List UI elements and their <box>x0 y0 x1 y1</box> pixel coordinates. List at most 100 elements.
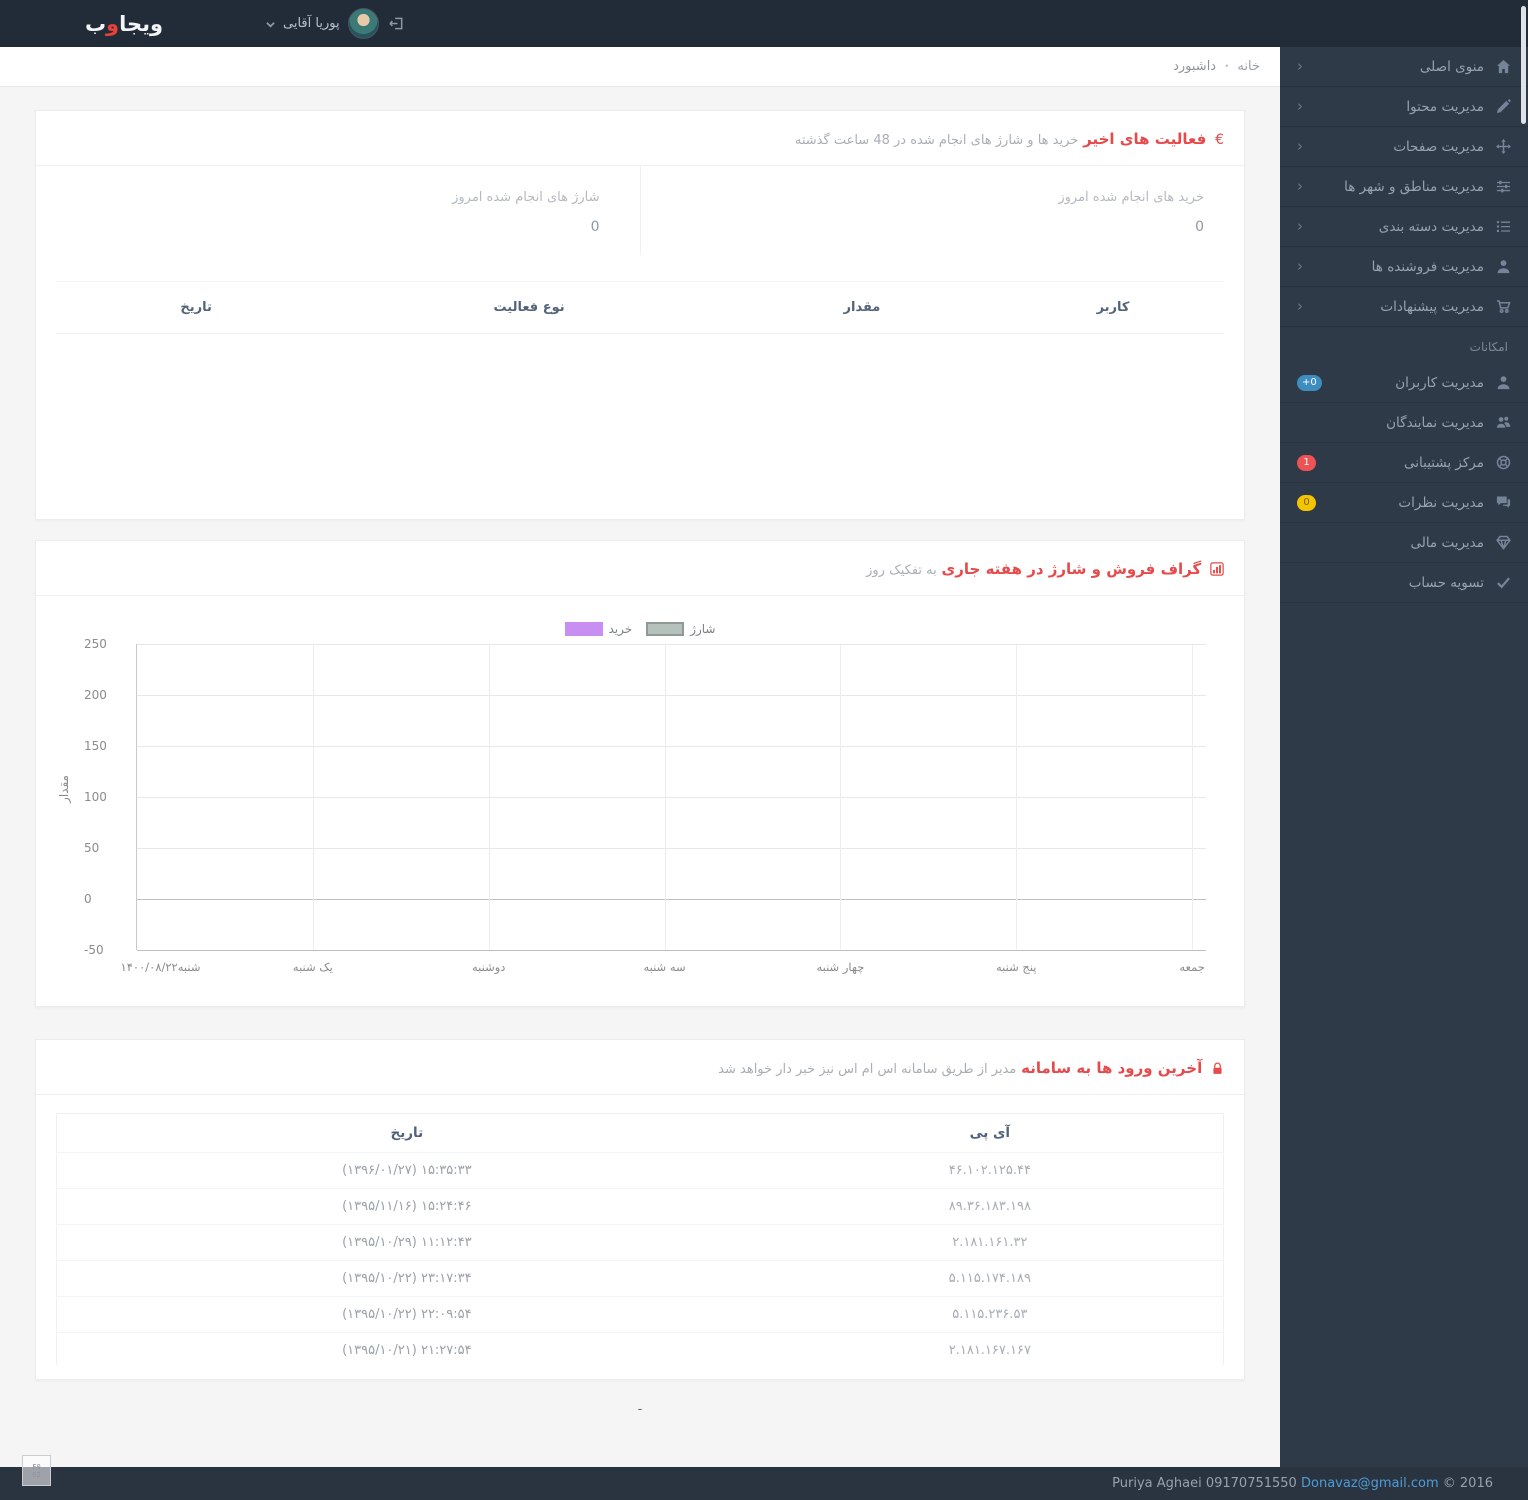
login-row: ۵.۱۱۵.۲۳۶.۵۳ (۱۳۹۵/۱۰/۲۲) ۲۲:۰۹:۵۴ <box>56 1295 1224 1332</box>
x-tick: دوشنبه <box>471 959 506 974</box>
app-logo[interactable]: ویجاوب <box>85 12 163 36</box>
breadcrumb-separator: • <box>1224 61 1230 72</box>
login-row: ۴۶.۱۰۲.۱۲۵.۴۴ (۱۳۹۶/۰۱/۲۷) ۱۵:۳۵:۳۳ <box>56 1151 1224 1188</box>
y-tick: 50 <box>84 840 100 855</box>
users-count-badge: +0 <box>1297 374 1322 391</box>
chart-subtitle: به تفکیک روز <box>866 562 937 578</box>
chevron-left-icon: ‹ <box>1297 177 1303 195</box>
recent-activities-subtitle: خرید ها و شارژ های انجام شده در 48 ساعت … <box>794 133 1079 148</box>
chart-legend: شارژ خرید <box>36 621 1244 636</box>
x-tick: پنج شنبه <box>996 959 1037 974</box>
last-logins-title: آخرین ورود ها به سامانه <box>1021 1058 1203 1077</box>
breadcrumb-home[interactable]: خانه <box>1237 59 1260 74</box>
sidebar-item-offers-management[interactable]: مدیریت پیشنهادات ‹ <box>1280 287 1528 327</box>
dash-note: - <box>637 1401 643 1417</box>
breadcrumb-current: داشبورد <box>1173 59 1217 74</box>
sellers-user-icon <box>1495 259 1511 274</box>
avatar <box>347 8 379 39</box>
bar-chart-icon <box>1210 561 1224 578</box>
sidebar-item-categories-management[interactable]: مدیریت دسته بندی ‹ <box>1280 207 1528 247</box>
today-charges-stat: شارژ های انجام شده امروز 0 <box>36 166 641 255</box>
user-name: پوریا آقایی <box>283 16 340 31</box>
login-row: ۵.۱۱۵.۱۷۴.۱۸۹ (۱۳۹۵/۱۰/۲۲) ۲۳:۱۷:۳۴ <box>56 1259 1224 1296</box>
y-tick: -50 <box>84 942 104 957</box>
legend-item-charge: شارژ <box>646 621 716 636</box>
y-tick: 0 <box>84 891 92 906</box>
chevron-left-icon: ‹ <box>1297 257 1303 275</box>
activities-table: کاربر مقدار نوع فعالیت تاریخ <box>56 281 1224 519</box>
chart-header: گراف فروش و شارژ در هفته جاری به تفکیک ر… <box>36 541 1244 596</box>
column-header-activity-type: نوع فعالیت <box>336 281 722 334</box>
recent-activities-panel: € فعالیت های اخیر خرید ها و شارژ های انج… <box>35 110 1245 520</box>
user-icon <box>1495 375 1511 390</box>
scroll-top-glyph-box[interactable]: F0 62 <box>22 1455 51 1486</box>
legend-swatch-charge <box>646 621 685 636</box>
user-menu[interactable]: پوریا آقایی <box>266 8 379 39</box>
x-tick: چهار شنبه <box>816 959 865 974</box>
login-row: ۸۹.۳۶.۱۸۳.۱۹۸ (۱۳۹۵/۱۱/۱۶) ۱۵:۲۴:۴۶ <box>56 1187 1224 1224</box>
logout-button[interactable] <box>388 16 404 31</box>
comments-count-badge: 0 <box>1297 494 1316 511</box>
x-tick: یک شنبه <box>292 959 333 974</box>
sidebar-item-support-center[interactable]: مرکز پشتیبانی 1 <box>1280 443 1528 483</box>
chart-plot-area: شنبه۱۴۰۰/۰۸/۲۲ یک شنبه دوشنبه سه شنبه چه… <box>121 643 1206 974</box>
sidebar-item-main-menu[interactable]: منوی اصلی ‹ <box>1280 47 1528 87</box>
diamond-icon <box>1495 535 1511 550</box>
recent-activities-header: € فعالیت های اخیر خرید ها و شارژ های انج… <box>36 111 1244 166</box>
weekly-chart: مقدار 250 200 150 100 50 0 -50 شنبه۱۴۰۰/… <box>56 637 1224 990</box>
chevron-left-icon: ‹ <box>1297 217 1303 235</box>
topbar: پوریا آقایی ویجاوب <box>0 0 1528 47</box>
sidebar-item-agents-management[interactable]: مدیریت نمایندگان <box>1280 403 1528 443</box>
lock-icon <box>1211 1061 1224 1077</box>
last-logins-panel: آخرین ورود ها به سامانه مدیر از طریق سام… <box>35 1038 1245 1380</box>
sidebar-item-comments-management[interactable]: مدیریت نظرات 0 <box>1280 483 1528 523</box>
legend-label-purchase: خرید <box>608 621 633 636</box>
zero-gridline <box>137 898 1206 900</box>
group-icon <box>1495 415 1511 430</box>
footer-text: Puriya Aghaei 09170751550 Donavaz@gmail.… <box>1112 1476 1493 1491</box>
sidebar-item-pages-management[interactable]: مدیریت صفحات ‹ <box>1280 127 1528 167</box>
footer: Puriya Aghaei 09170751550 Donavaz@gmail.… <box>0 1467 1528 1500</box>
check-icon <box>1495 575 1511 590</box>
breadcrumb: خانه • داشبورد <box>0 47 1280 87</box>
euro-icon: € <box>1215 132 1224 148</box>
footer-email-link[interactable]: Donavaz@gmail.com <box>1301 1476 1439 1491</box>
page-scrollbar[interactable] <box>1521 6 1526 124</box>
support-count-badge: 1 <box>1297 454 1316 471</box>
chevron-left-icon: ‹ <box>1297 297 1303 315</box>
sidebar-item-users-management[interactable]: مدیریت کاربران +0 <box>1280 363 1528 403</box>
logins-scroll-container[interactable]: آی پی تاریخ ۴۶.۱۰۲.۱۲۵.۴۴ (۱۳۹۶/۰۱/۲۷) ۱… <box>56 1112 1224 1365</box>
y-tick: 250 <box>84 636 107 651</box>
logins-table: آی پی تاریخ ۴۶.۱۰۲.۱۲۵.۴۴ (۱۳۹۶/۰۱/۲۷) ۱… <box>56 1112 1224 1365</box>
today-stats: خرید های انجام شده امروز 0 شارژ های انجا… <box>36 166 1244 255</box>
chevron-down-icon <box>266 22 275 28</box>
chart-title: گراف فروش و شارژ در هفته جاری <box>941 559 1202 578</box>
regions-sliders-icon <box>1495 179 1511 194</box>
login-row: ۲.۱۸۱.۱۶۷.۱۶۷ (۱۳۹۵/۱۰/۲۱) ۲۱:۲۷:۵۴ <box>56 1331 1224 1365</box>
sign-out-icon <box>388 17 402 30</box>
sidebar-item-sellers-management[interactable]: مدیریت فروشنده ها ‹ <box>1280 247 1528 287</box>
last-logins-subtitle: مدیر از طریق سامانه اس ام اس نیز خبر دار… <box>718 1061 1017 1077</box>
login-row: ۲.۱۸۱.۱۶۱.۳۲ (۱۳۹۵/۱۰/۲۹) ۱۱:۱۲:۴۳ <box>56 1223 1224 1260</box>
offers-cart-icon <box>1495 299 1511 314</box>
column-header-date: تاریخ <box>56 281 337 334</box>
sidebar-item-finance-management[interactable]: مدیریت مالی <box>1280 523 1528 563</box>
brand-zone: ویجاوب <box>0 0 248 47</box>
today-purchases-stat: خرید های انجام شده امروز 0 <box>1058 190 1204 235</box>
x-tick: سه شنبه <box>643 959 686 974</box>
sidebar-item-regions-management[interactable]: مدیریت مناطق و شهر ها ‹ <box>1280 167 1528 207</box>
x-tick: شنبه۱۴۰۰/۰۸/۲۲ <box>120 959 201 974</box>
legend-item-purchase: خرید <box>564 621 633 636</box>
legend-swatch-purchase <box>564 621 603 636</box>
chevron-left-icon: ‹ <box>1297 57 1303 75</box>
x-tick: جمعه <box>1179 959 1205 974</box>
sidebar: منوی اصلی ‹ مدیریت محتوا ‹ مدیریت صفحات … <box>1280 47 1528 1467</box>
sidebar-item-content-management[interactable]: مدیریت محتوا ‹ <box>1280 87 1528 127</box>
y-tick: 200 <box>84 687 107 702</box>
main-content: خانه • داشبورد € فعالیت های اخیر خرید ها… <box>0 47 1280 1467</box>
categories-list-icon <box>1495 219 1511 234</box>
recent-activities-title: فعالیت های اخیر <box>1083 130 1207 148</box>
last-logins-header: آخرین ورود ها به سامانه مدیر از طریق سام… <box>36 1040 1244 1095</box>
sidebar-item-settlement[interactable]: تسویه حساب <box>1280 563 1528 603</box>
sidebar-section-label: امکانات <box>1469 340 1508 354</box>
